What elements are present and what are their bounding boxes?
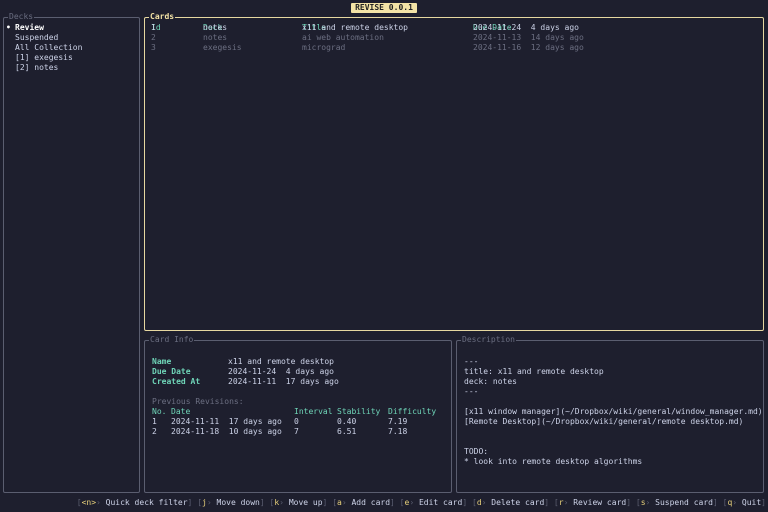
deck-label: [1] exegesis — [15, 53, 73, 62]
selected-bullet-icon: • — [6, 23, 11, 32]
key: <n> — [81, 498, 97, 507]
keybinding-review-card[interactable]: [r› Review card] — [554, 498, 631, 507]
deck-label: Review — [15, 23, 44, 32]
cards-panel: Cards Id Deck Title Due Date 1 notes x11 a… — [144, 12, 764, 331]
cards-table: Id Deck Title Due Date 1 notes x11 and rem… — [145, 23, 763, 53]
revision-row: 1 2024-11-11 17 days ago 0 0.40 7.19 — [145, 417, 451, 427]
rev-col: Date — [171, 407, 191, 416]
revision-row: 2 2024-11-18 10 days ago 7 6.51 7.18 — [145, 427, 451, 437]
description-line: [Remote Desktop](~/Dropbox/wiki/general/… — [464, 417, 744, 426]
app-title: REVISE 0.0.1 — [351, 3, 417, 13]
card-title: micrograd — [302, 43, 346, 52]
description-line: deck: notes — [464, 377, 517, 386]
description-line: * look into remote desktop algorithms — [464, 457, 643, 466]
field-label: Created At — [152, 377, 201, 386]
card-id: 2 — [151, 33, 156, 42]
field-value: 2024-11-11 17 days ago — [228, 377, 339, 386]
deck-item[interactable]: [1] exegesis — [6, 53, 136, 63]
rev-interval: 7 — [294, 427, 299, 436]
field-label: Name — [152, 357, 172, 366]
key-label: Edit card — [418, 498, 463, 507]
rev-no: 1 — [152, 417, 157, 426]
keybinding-delete-card[interactable]: [d› Delete card] — [472, 498, 549, 507]
keybinding-bar: [<n>› Quick deck filter] [j› Move down] … — [77, 498, 766, 508]
field-label: Due Date — [152, 367, 191, 376]
keybinding-quit[interactable]: [q› Quit] — [723, 498, 766, 507]
card-info-title: Card Info — [149, 335, 195, 345]
deck-item[interactable]: Suspended — [6, 33, 136, 43]
key-label: Move up — [288, 498, 323, 507]
rev-col: Difficulty — [388, 407, 437, 416]
revisions-label-text: Previous Revisions: — [152, 397, 244, 406]
keybinding-quick-deck-filter[interactable]: [<n>› Quick deck filter] — [77, 498, 193, 507]
description-panel: Description --- title: x11 and remote des… — [456, 335, 764, 493]
card-due: 2024-11-24 4 days ago — [473, 23, 579, 32]
rev-date: 2024-11-18 10 days ago — [171, 427, 282, 436]
deck-label: [2] notes — [15, 63, 59, 72]
rev-col: No. — [152, 407, 167, 416]
key-label: Move down — [216, 498, 260, 507]
card-row[interactable]: 2 notes ai web automation 2024-11-13 14 day… — [145, 33, 763, 43]
decks-panel: Decks • Review Suspended All Collection [1] … — [3, 12, 140, 493]
card-title: ai web automation — [302, 33, 384, 42]
card-deck: exegesis — [203, 43, 242, 52]
revisions-label: Previous Revisions: — [145, 397, 451, 407]
description-line: TODO: — [464, 447, 489, 456]
keybinding-move-up[interactable]: [k› Move up] — [270, 498, 328, 507]
description-line: --- — [464, 357, 479, 366]
keybinding-edit-card[interactable]: [e› Edit card] — [400, 498, 467, 507]
cards-title: Cards — [149, 12, 176, 22]
description-line — [464, 397, 763, 407]
info-field: Created At 2024-11-11 17 days ago — [145, 377, 451, 387]
rev-col: Interval — [294, 407, 333, 416]
description-title: Description — [461, 335, 516, 345]
card-row[interactable]: 3 exegesis micrograd 2024-11-16 12 days ago — [145, 43, 763, 53]
revisions-header: No. Date Interval Stability Difficulty — [145, 407, 451, 417]
rev-difficulty: 7.19 — [388, 417, 408, 426]
card-deck: notes — [203, 23, 228, 32]
decks-title: Decks — [8, 12, 35, 22]
card-id: 1 — [151, 23, 156, 32]
rev-stability: 0.40 — [337, 417, 357, 426]
description-line — [464, 437, 763, 447]
key-label: Quit — [741, 498, 762, 507]
card-title: x11 and remote desktop — [302, 23, 408, 32]
deck-item[interactable]: All Collection — [6, 43, 136, 53]
rev-interval: 0 — [294, 417, 299, 426]
field-value: 2024-11-24 4 days ago — [228, 367, 334, 376]
info-field: Due Date 2024-11-24 4 days ago — [145, 367, 451, 377]
rev-date: 2024-11-11 17 days ago — [171, 417, 282, 426]
description-line: title: x11 and remote desktop — [464, 367, 604, 376]
deck-label: All Collection — [15, 43, 83, 52]
card-row[interactable]: 1 notes x11 and remote desktop 2024-11-24 4… — [145, 23, 763, 33]
keybinding-move-down[interactable]: [j› Move down] — [197, 498, 264, 507]
deck-item[interactable]: [2] notes — [6, 63, 136, 73]
rev-no: 2 — [152, 427, 157, 436]
info-field: Name x11 and remote desktop — [145, 357, 451, 367]
card-due: 2024-11-13 14 days ago — [473, 33, 584, 42]
rev-difficulty: 7.18 — [388, 427, 408, 436]
keybinding-add-card[interactable]: [a› Add card] — [332, 498, 395, 507]
description-line: [x11 window manager](~/Dropbox/wiki/gene… — [464, 407, 763, 416]
rev-col: Stability — [337, 407, 381, 416]
key-label: Review card — [573, 498, 627, 507]
card-deck: notes — [203, 33, 228, 42]
description-line: --- — [464, 387, 479, 396]
card-info-panel: Card Info Name x11 and remote desktop Due … — [144, 335, 452, 493]
key-label: Quick deck filter — [105, 498, 188, 507]
deck-item[interactable]: • Review — [6, 23, 136, 33]
field-value: x11 and remote desktop — [228, 357, 334, 366]
description-line — [464, 427, 763, 437]
key-label: Suspend card — [655, 498, 713, 507]
rev-stability: 6.51 — [337, 427, 357, 436]
keybinding-suspend-card[interactable]: [s› Suspend card] — [636, 498, 718, 507]
key-label: Delete card — [491, 498, 545, 507]
key-label: Add card — [351, 498, 391, 507]
card-due: 2024-11-16 12 days ago — [473, 43, 584, 52]
card-id: 3 — [151, 43, 156, 52]
deck-label: Suspended — [15, 33, 59, 42]
